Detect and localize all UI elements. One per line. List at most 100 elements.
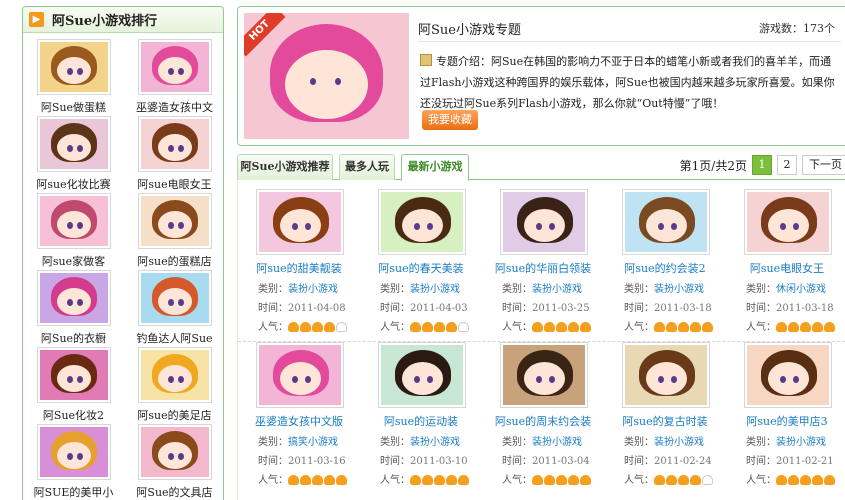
game-thumbnail[interactable]: [137, 193, 212, 249]
ranking-item-label[interactable]: 阿sue的美足店: [137, 407, 211, 423]
ranking-item[interactable]: 阿Sue化妆2: [23, 347, 124, 424]
page-info: 第1页/共2页: [679, 158, 747, 173]
ranking-item[interactable]: 阿Sue的文具店: [124, 424, 223, 500]
heart-icon: [434, 322, 445, 332]
game-thumbnail[interactable]: [137, 270, 212, 326]
date-value: 2011-03-18: [654, 303, 712, 314]
eye-shape: [76, 68, 83, 75]
ranking-item-label[interactable]: 阿Sue化妆2: [43, 407, 104, 423]
ranking-item-label[interactable]: 阿sue的蛋糕店: [137, 253, 211, 269]
category-label: 类别：: [624, 284, 654, 295]
game-thumbnail[interactable]: [36, 193, 111, 249]
ranking-item-label[interactable]: 阿sue家做客: [42, 253, 105, 269]
ranking-item-label[interactable]: 阿Sue做蛋糕: [41, 99, 106, 115]
game-thumbnail[interactable]: [137, 116, 212, 172]
eye-shape: [414, 376, 420, 383]
category-label: 类别：: [502, 437, 532, 448]
category-link[interactable]: 搞笑小游戏: [288, 437, 338, 448]
ranking-item-label[interactable]: 阿sue电眼女王: [137, 176, 211, 192]
face-shape: [524, 209, 565, 242]
ranking-item[interactable]: 钓鱼达人阿Sue: [124, 270, 223, 347]
game-thumbnail[interactable]: [378, 342, 466, 408]
category-link[interactable]: 装扮小游戏: [410, 437, 460, 448]
heart-icon: [458, 475, 469, 485]
game-thumbnail[interactable]: [500, 189, 588, 255]
game-title-link[interactable]: 阿sue的春天美装: [360, 260, 482, 276]
category-link[interactable]: 装扮小游戏: [532, 437, 582, 448]
category-link[interactable]: 装扮小游戏: [288, 284, 338, 295]
popularity-label: 人气：: [624, 322, 654, 333]
game-card: 阿sue的运动装 类别：装扮小游戏 时间：2011-03-10 人气：: [360, 342, 482, 488]
category-label: 类别：: [258, 284, 288, 295]
game-thumbnail[interactable]: [137, 347, 212, 403]
game-category: 类别：装扮小游戏: [380, 433, 482, 448]
game-thumbnail[interactable]: [36, 424, 111, 480]
game-title-link[interactable]: 阿sue的运动装: [360, 413, 482, 429]
heart-icon: [666, 322, 677, 332]
ranking-item[interactable]: 阿sue家做客: [23, 193, 124, 270]
date-value: 2011-03-25: [532, 303, 590, 314]
heart-icon: [446, 322, 457, 332]
game-popularity: 人气：: [258, 471, 360, 488]
ranking-item-label[interactable]: 阿sue化妆比赛: [36, 176, 110, 192]
game-title-link[interactable]: 巫婆造女孩中文版: [238, 413, 360, 429]
game-thumbnail[interactable]: [36, 270, 111, 326]
favorite-button[interactable]: 我要收藏: [422, 110, 478, 130]
ranking-item-label[interactable]: 阿SUE的美甲小: [34, 484, 114, 500]
game-title-link[interactable]: 阿sue的复古时装: [604, 413, 726, 429]
game-thumbnail[interactable]: [500, 342, 588, 408]
game-thumbnail[interactable]: [378, 189, 466, 255]
ranking-item[interactable]: 阿Sue的衣橱: [23, 270, 124, 347]
ranking-item-label[interactable]: 阿Sue的衣橱: [41, 330, 106, 346]
game-thumbnail[interactable]: [256, 342, 344, 408]
ranking-item[interactable]: 阿Sue做蛋糕: [23, 39, 124, 116]
ranking-item[interactable]: 阿SUE的美甲小: [23, 424, 124, 500]
game-thumbnail[interactable]: [622, 342, 710, 408]
ranking-item-label[interactable]: 钓鱼达人阿Sue: [136, 330, 212, 346]
game-title-link[interactable]: 阿sue的美甲店3: [726, 413, 845, 429]
tab-most-played[interactable]: 最多人玩: [339, 154, 395, 180]
face-shape: [524, 362, 565, 395]
popularity-label: 人气：: [746, 475, 776, 486]
date-value: 2011-02-21: [776, 456, 834, 467]
game-thumbnail[interactable]: [36, 39, 111, 95]
ranking-item[interactable]: 巫婆造女孩中文: [124, 39, 223, 116]
game-thumbnail[interactable]: [622, 189, 710, 255]
feature-image[interactable]: HOT: [244, 13, 409, 139]
feature-panel: HOT 阿Sue小游戏专题 游戏数：173个 专题介绍：阿Sue在韩国的影响力不…: [237, 6, 845, 146]
game-title-link[interactable]: 阿sue的甜美靓装: [238, 260, 360, 276]
heart-icon: [422, 475, 433, 485]
ranking-item-label[interactable]: 阿Sue的文具店: [136, 484, 212, 500]
game-title-link[interactable]: 阿sue的约会装2: [604, 260, 726, 276]
game-thumbnail[interactable]: [36, 116, 111, 172]
ranking-item[interactable]: 阿sue的蛋糕店: [124, 193, 223, 270]
page-2-button[interactable]: 2: [777, 155, 797, 175]
game-thumbnail[interactable]: [137, 424, 212, 480]
category-link[interactable]: 休闲小游戏: [776, 284, 826, 295]
game-thumbnail[interactable]: [744, 342, 832, 408]
game-thumbnail[interactable]: [256, 189, 344, 255]
next-page-button[interactable]: 下一页: [802, 155, 845, 175]
category-link[interactable]: 装扮小游戏: [532, 284, 582, 295]
ranking-item[interactable]: 阿sue电眼女王: [124, 116, 223, 193]
category-link[interactable]: 装扮小游戏: [654, 284, 704, 295]
page-1-button[interactable]: 1: [752, 155, 772, 175]
heart-icon: [654, 475, 665, 485]
time-label: 时间：: [624, 303, 654, 314]
game-title-link[interactable]: 阿sue的周末约会装: [482, 413, 604, 429]
tab-newest[interactable]: 最新小游戏: [401, 154, 469, 181]
game-thumbnail[interactable]: [36, 347, 111, 403]
ranking-item[interactable]: 阿sue的美足店: [124, 347, 223, 424]
category-link[interactable]: 装扮小游戏: [776, 437, 826, 448]
category-link[interactable]: 装扮小游戏: [654, 437, 704, 448]
time-label: 时间：: [502, 456, 532, 467]
game-title-link[interactable]: 阿sue电眼女王: [726, 260, 845, 276]
ranking-item-label[interactable]: 巫婆造女孩中文: [136, 99, 213, 115]
ranking-item[interactable]: 阿sue化妆比赛: [23, 116, 124, 193]
game-title-link[interactable]: 阿sue的华丽白领装: [482, 260, 604, 276]
heart-icon: [690, 322, 701, 332]
game-thumbnail[interactable]: [744, 189, 832, 255]
category-link[interactable]: 装扮小游戏: [410, 284, 460, 295]
tab-recommended[interactable]: 阿Sue小游戏推荐: [237, 154, 333, 180]
game-thumbnail[interactable]: [137, 39, 212, 95]
